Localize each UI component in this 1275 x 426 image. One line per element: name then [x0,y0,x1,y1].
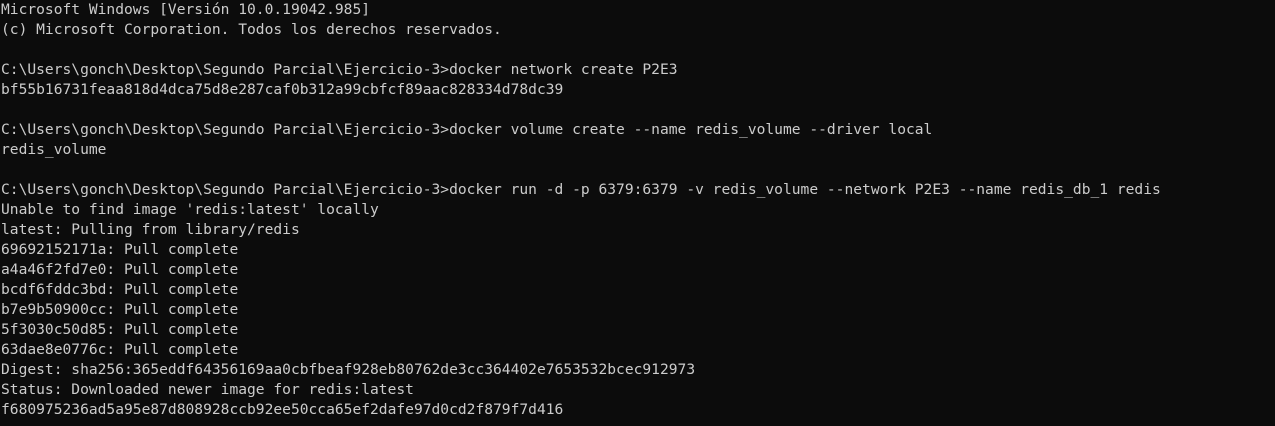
pull-layer-line: 63dae8e0776c: Pull complete [1,341,239,358]
pull-layer-line: bcdf6fddc3bd: Pull complete [1,281,239,298]
output-line: Unable to find image 'redis:latest' loca… [1,201,379,218]
digest-line: Digest: sha256:365eddf64356169aa0cbfbeaf… [1,361,696,378]
output-volume-name: redis_volume [1,141,107,158]
command-volume-create: C:\Users\gonch\Desktop\Segundo Parcial\E… [1,121,933,138]
terminal-window[interactable]: Microsoft Windows [Versión 10.0.19042.98… [0,0,1275,426]
output-line: latest: Pulling from library/redis [1,221,300,238]
copyright-line: (c) Microsoft Corporation. Todos los der… [1,21,502,38]
output-network-id: bf55b16731feaa818d4dca75d8e287caf0b312a9… [1,81,564,98]
version-line: Microsoft Windows [Versión 10.0.19042.98… [1,1,371,18]
status-line: Status: Downloaded newer image for redis… [1,381,414,398]
pull-layer-line: 5f3030c50d85: Pull complete [1,321,239,338]
pull-layer-line: b7e9b50900cc: Pull complete [1,301,239,318]
pull-layer-line: a4a46f2fd7e0: Pull complete [1,261,239,278]
command-docker-run: C:\Users\gonch\Desktop\Segundo Parcial\E… [1,181,1161,198]
container-id-line: f680975236ad5a95e87d808928ccb92ee50cca65… [1,401,564,418]
command-network-create: C:\Users\gonch\Desktop\Segundo Parcial\E… [1,61,678,78]
pull-layer-line: 69692152171a: Pull complete [1,241,239,258]
